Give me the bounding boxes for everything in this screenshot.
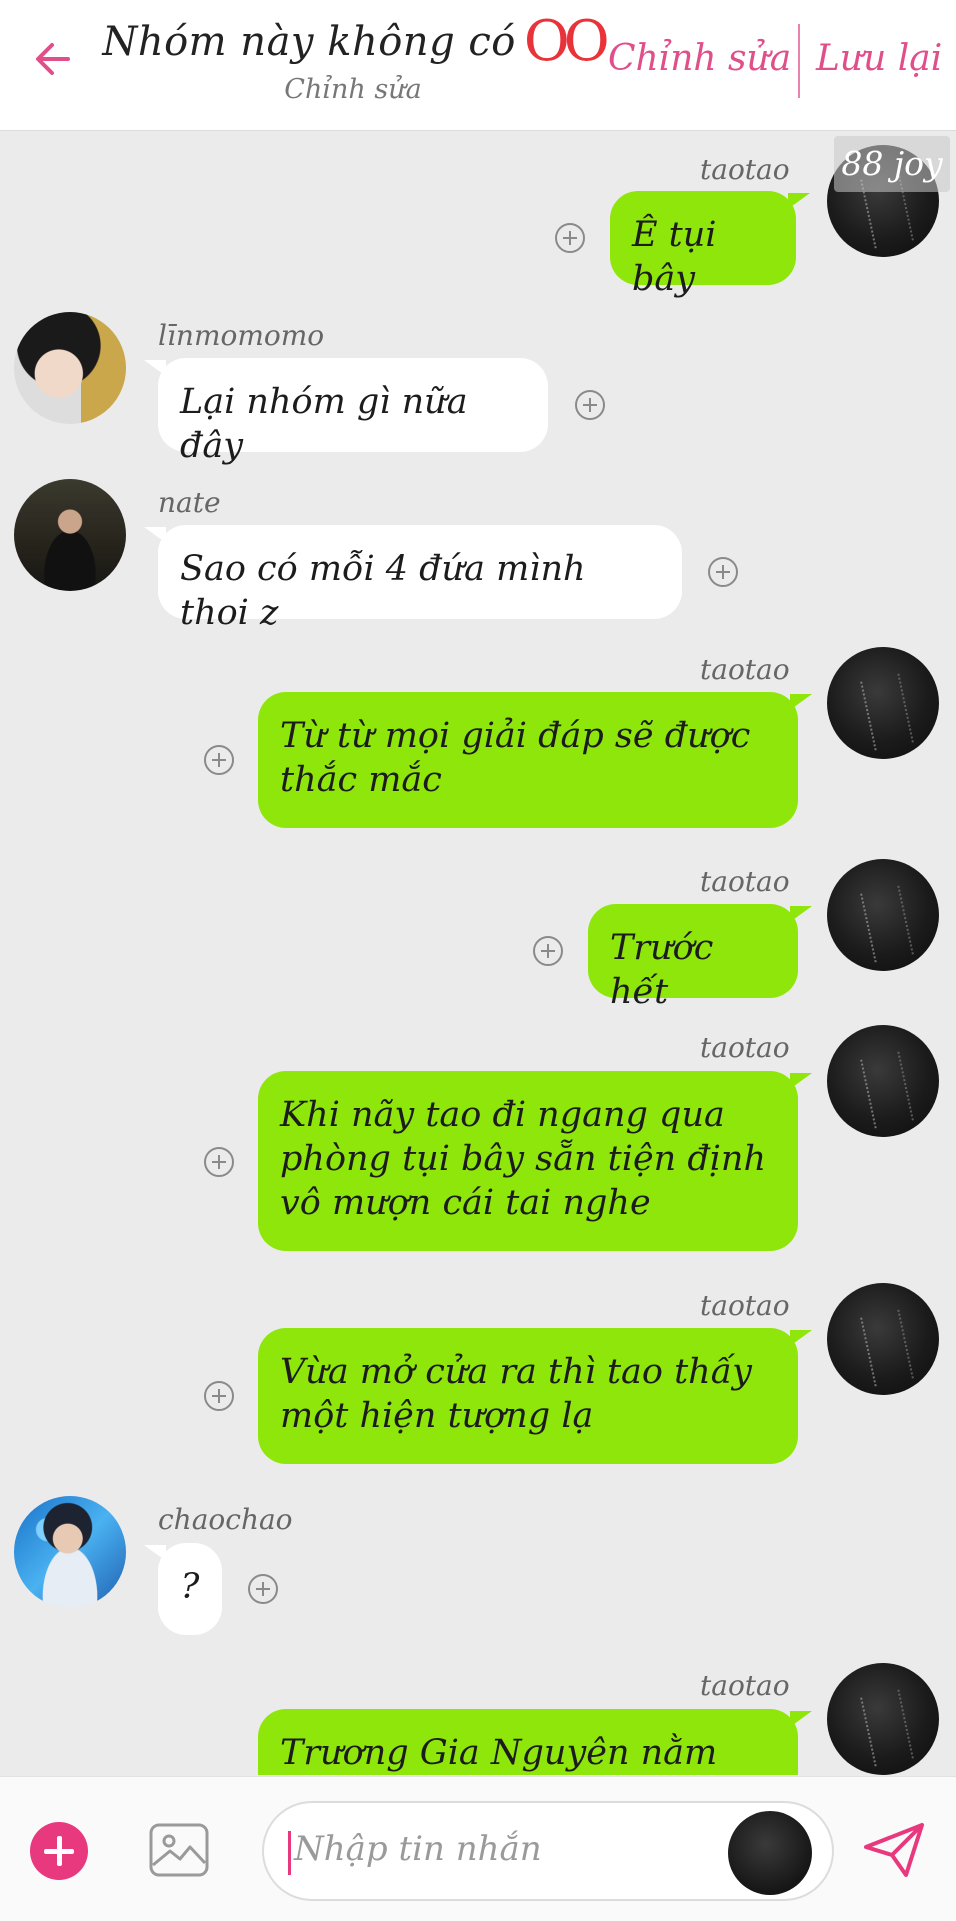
plus-icon[interactable] — [204, 1147, 234, 1177]
watermark: 88 joy — [834, 136, 950, 192]
chat-header: Nhóm này không có OO Chỉnh sửa Chỉnh sửa… — [0, 0, 956, 131]
title-mark: OO — [523, 9, 610, 74]
message-bubble[interactable]: Vừa mở cửa ra thì tao thấy một hiện tượn… — [258, 1328, 812, 1464]
message-bubble[interactable]: Khi nãy tao đi ngang qua phòng tụi bây s… — [258, 1071, 812, 1251]
sticker-avatar-icon[interactable] — [728, 1811, 812, 1895]
sender-name: taotao — [700, 865, 790, 898]
sender-name: taotao — [700, 153, 790, 186]
title-block: Nhóm này không có OO Chỉnh sửa — [102, 14, 609, 106]
message-bubble[interactable]: Từ từ mọi giải đáp sẽ được thắc mắc — [258, 692, 812, 828]
message-text: ? — [180, 1567, 200, 1607]
plus-icon[interactable] — [575, 390, 605, 420]
group-subtitle: Chỉnh sửa — [284, 74, 422, 105]
message-bubble[interactable]: Trước hết — [588, 904, 812, 1012]
sender-name: taotao — [700, 1031, 790, 1064]
plus-icon[interactable] — [533, 936, 563, 966]
message-bubble[interactable]: Lại nhóm gì nữa đây — [144, 358, 548, 466]
plus-icon[interactable] — [204, 1381, 234, 1411]
plus-circle-icon[interactable] — [30, 1822, 88, 1880]
message-bubble[interactable]: Sao có mỗi 4 đứa mình thoi z — [144, 525, 682, 633]
message-text: Sao có mỗi 4 đứa mình thoi z — [180, 549, 586, 633]
message-text: Từ từ mọi giải đáp sẽ được thắc mắc — [280, 716, 751, 800]
arrow-left-icon[interactable] — [30, 34, 80, 84]
sender-name: taotao — [700, 1669, 790, 1702]
text-caret — [288, 1831, 291, 1875]
plus-icon[interactable] — [708, 557, 738, 587]
message-text: Trước hết — [610, 928, 714, 1012]
sender-name: nate — [158, 486, 221, 519]
message-text: Lại nhóm gì nữa đây — [180, 382, 468, 466]
sender-name: līnmomomo — [158, 319, 325, 352]
sender-name: chaochao — [158, 1503, 293, 1536]
message-input-placeholder: Nhập tin nhắn — [294, 1829, 542, 1869]
avatar[interactable] — [827, 1283, 939, 1395]
message-bubble[interactable]: Trương Gia Nguyên nằm — [258, 1709, 812, 1775]
composer-bar: Nhập tin nhắn — [0, 1776, 956, 1921]
avatar[interactable] — [14, 1496, 126, 1608]
message-bubble[interactable]: Ê tụi bây — [610, 191, 810, 299]
send-icon[interactable] — [862, 1821, 926, 1879]
avatar[interactable] — [827, 1025, 939, 1137]
group-title-text: Nhóm này không có — [102, 19, 516, 65]
avatar[interactable] — [827, 647, 939, 759]
message-bubble[interactable]: ? — [144, 1543, 222, 1635]
avatar[interactable] — [827, 859, 939, 971]
sender-name: taotao — [700, 653, 790, 686]
save-button[interactable]: Lưu lại — [816, 38, 942, 79]
avatar[interactable] — [14, 312, 126, 424]
plus-icon[interactable] — [248, 1574, 278, 1604]
message-text: Trương Gia Nguyên nằm — [280, 1733, 718, 1773]
sender-name: taotao — [700, 1289, 790, 1322]
message-text: Vừa mở cửa ra thì tao thấy một hiện tượn… — [280, 1352, 752, 1436]
image-icon[interactable] — [148, 1819, 210, 1881]
plus-icon[interactable] — [555, 223, 585, 253]
group-title: Nhóm này không có OO — [102, 14, 609, 70]
message-text: Khi nãy tao đi ngang qua phòng tụi bây s… — [280, 1095, 767, 1223]
message-list[interactable]: taotao Ê tụi bây līnmomomo Lại nhóm gì n… — [0, 131, 956, 1775]
avatar[interactable] — [14, 479, 126, 591]
message-input[interactable]: Nhập tin nhắn — [262, 1801, 834, 1901]
avatar[interactable] — [827, 1663, 939, 1775]
plus-icon[interactable] — [204, 745, 234, 775]
header-divider — [798, 24, 800, 98]
message-text: Ê tụi bây — [632, 215, 717, 299]
edit-button[interactable]: Chỉnh sửa — [608, 38, 791, 79]
